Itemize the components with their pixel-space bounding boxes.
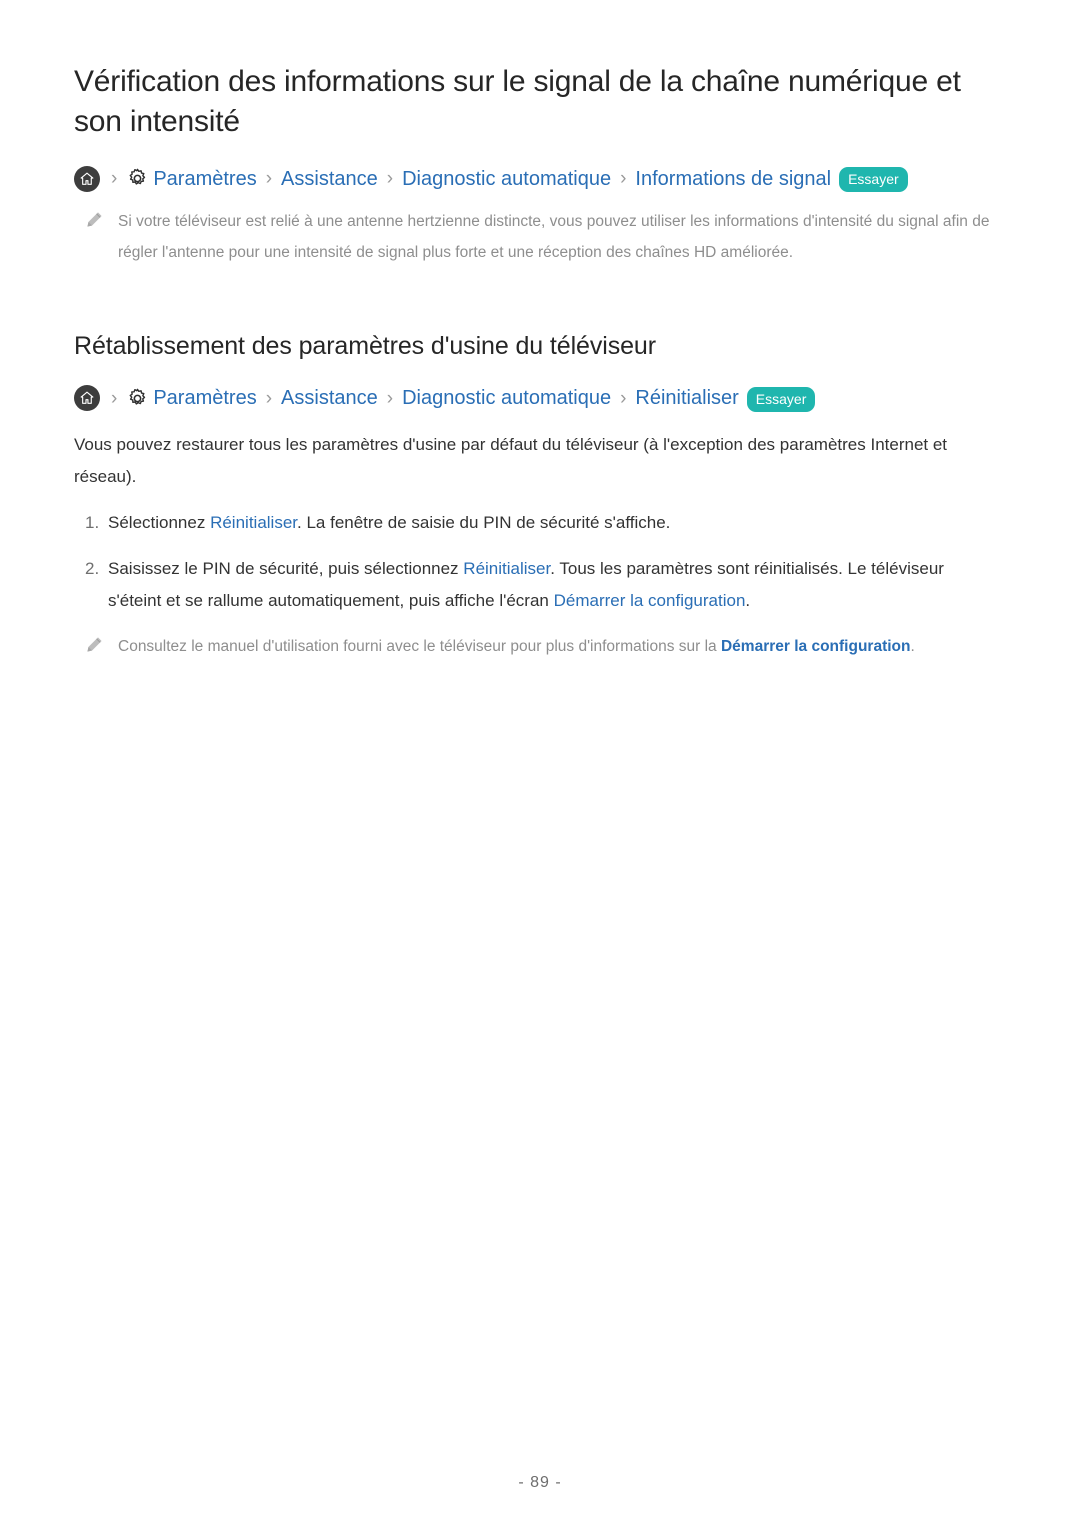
page-title: Vérification des informations sur le sig… [74,65,961,138]
breadcrumb: › Paramètres › Assistance › Diagnostic a… [74,164,998,194]
breadcrumb-item-reinitialiser[interactable]: Réinitialiser [635,383,738,413]
note-link-demarrer-la-configuration[interactable]: Démarrer la configuration [721,638,911,655]
list-item: 1. Sélectionnez Réinitialiser. La fenêtr… [74,507,998,539]
try-it-badge[interactable]: Essayer [746,386,816,412]
note-row: Consultez le manuel d'utilisation fourni… [74,631,998,662]
step-number: 1. [85,513,100,533]
breadcrumb: › Paramètres › Assistance › Diagnostic a… [74,383,998,413]
breadcrumb-item-diagnostic-automatique[interactable]: Diagnostic automatique [402,383,611,413]
pencil-icon [84,635,106,659]
breadcrumb-item-informations-de-signal[interactable]: Informations de signal [635,164,831,194]
body-paragraph: Vous pouvez restaurer tous les paramètre… [74,435,948,487]
step-segment: . La fenêtre de saisie du PIN de sécurit… [297,513,671,533]
step-segment: Sélectionnez [108,513,211,533]
steps-list: 1. Sélectionnez Réinitialiser. La fenêtr… [74,507,998,617]
note-segment: Si votre téléviseur est relié à une ante… [118,212,990,261]
breadcrumb-item-parametres[interactable]: Paramètres [153,164,256,194]
breadcrumb-separator: › [265,387,273,409]
breadcrumb-item-parametres[interactable]: Paramètres [153,383,256,413]
breadcrumb-separator: › [386,168,394,190]
note-text: Consultez le manuel d'utilisation fourni… [118,631,998,662]
step-segment: . [745,591,751,611]
breadcrumb-item-assistance[interactable]: Assistance [281,164,378,194]
step-link-reinitialiser[interactable]: Réinitialiser [210,513,297,532]
step-segment: Saisissez le PIN de sécurité, puis sélec… [108,559,464,579]
step-text: Saisissez le PIN de sécurité, puis sélec… [108,553,998,617]
note-segment: Consultez le manuel d'utilisation fourni… [118,638,721,656]
note-text: Si votre téléviseur est relié à une ante… [118,206,998,268]
breadcrumb-separator: › [620,168,627,190]
breadcrumb-separator: › [620,387,627,409]
try-it-badge[interactable]: Essayer [839,167,908,193]
breadcrumb-separator: › [111,387,118,409]
note-segment: . [910,638,915,656]
home-icon[interactable] [74,385,100,412]
section-title-factory-reset: Rétablissement des paramètres d'usine du… [74,331,656,360]
gear-icon[interactable] [126,168,148,190]
step-link-reinitialiser[interactable]: Réinitialiser [463,559,550,578]
breadcrumb-item-diagnostic-automatique[interactable]: Diagnostic automatique [402,164,611,194]
step-link-demarrer-la-configuration[interactable]: Démarrer la configuration [554,591,746,610]
page-content: Vérification des informations sur le sig… [74,62,998,668]
manual-page: Vérification des informations sur le sig… [0,0,1080,1527]
breadcrumb-separator: › [265,168,273,190]
page-number: - 89 - [518,1474,562,1491]
breadcrumb-separator: › [111,168,118,190]
step-text: Sélectionnez Réinitialiser. La fenêtre d… [108,507,998,539]
breadcrumb-separator: › [386,387,394,409]
note-row: Si votre téléviseur est relié à une ante… [74,206,998,268]
pencil-icon [84,210,106,234]
gear-icon[interactable] [126,387,148,409]
home-icon[interactable] [74,165,100,192]
list-item: 2. Saisissez le PIN de sécurité, puis sé… [74,553,998,617]
breadcrumb-item-assistance[interactable]: Assistance [281,383,378,413]
step-number: 2. [85,559,100,579]
